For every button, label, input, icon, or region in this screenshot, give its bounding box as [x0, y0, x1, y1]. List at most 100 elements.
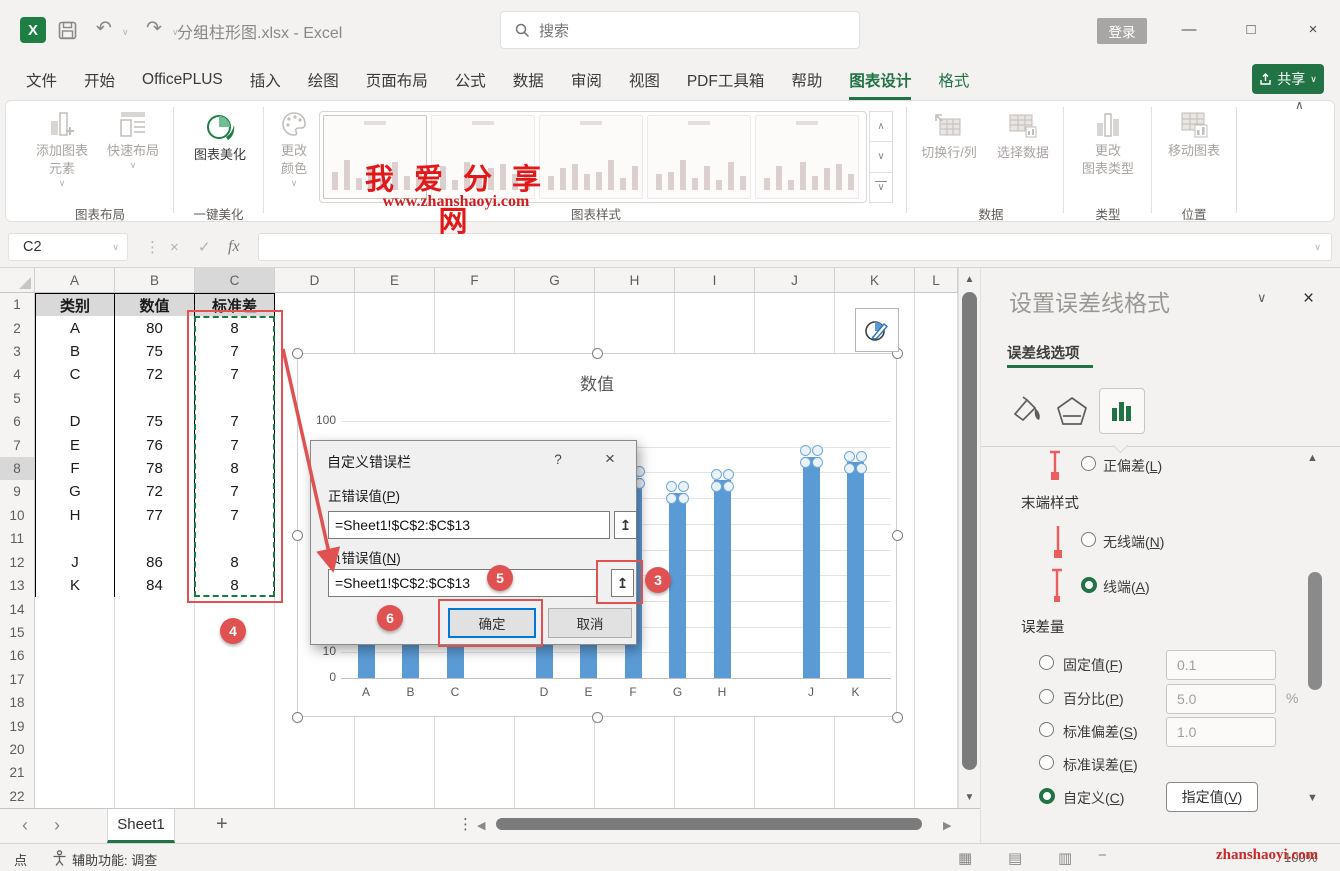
chart-style-thumb[interactable] [647, 115, 751, 199]
quick-layout-button[interactable]: 快速布局 ∨ [102, 109, 164, 169]
cell-A8[interactable]: F [35, 457, 115, 481]
confirm-entry-icon[interactable]: ✓ [198, 233, 211, 261]
cell-L11[interactable] [915, 527, 958, 551]
share-button[interactable]: 共享 ∨ [1252, 64, 1324, 94]
pane-scroll-down-icon[interactable]: ▼ [1307, 792, 1318, 804]
cell-I21[interactable] [675, 761, 755, 785]
fixed-value-input[interactable]: 0.1 [1166, 650, 1276, 680]
cell-B13[interactable]: 84 [115, 574, 195, 598]
column-header-B[interactable]: B [115, 268, 195, 293]
cell-A10[interactable]: H [35, 504, 115, 528]
tab-插入[interactable]: 插入 [250, 60, 281, 100]
accessibility-icon[interactable] [52, 850, 67, 866]
effects-icon[interactable] [1053, 392, 1091, 430]
cell-A12[interactable]: J [35, 550, 115, 574]
cell-C16[interactable] [195, 644, 275, 668]
minimize-button[interactable]: — [1172, 14, 1206, 44]
standard-error-label[interactable]: 标准误差(E) [1063, 755, 1138, 775]
chart-style-thumb[interactable] [755, 115, 859, 199]
chart-selection-handle[interactable] [892, 530, 903, 541]
standard-deviation-input[interactable]: 1.0 [1166, 717, 1276, 747]
fixed-value-radio[interactable] [1039, 655, 1054, 670]
cell-G1[interactable] [515, 293, 595, 317]
row-header-18[interactable]: 18 [0, 691, 35, 715]
tab-公式[interactable]: 公式 [455, 60, 486, 100]
cell-B7[interactable]: 76 [115, 433, 195, 457]
cell-D20[interactable] [275, 738, 355, 762]
tab-视图[interactable]: 视图 [629, 60, 660, 100]
hscroll-left-icon[interactable]: ◀ [477, 819, 485, 832]
chart-selection-handle[interactable] [292, 530, 303, 541]
cell-L21[interactable] [915, 761, 958, 785]
cell-K20[interactable] [835, 738, 915, 762]
cell-D22[interactable] [275, 785, 355, 809]
cell-A20[interactable] [35, 738, 115, 762]
tab-审阅[interactable]: 审阅 [571, 60, 602, 100]
cell-H19[interactable] [595, 714, 675, 738]
positive-deviation-radio[interactable] [1081, 456, 1096, 471]
cell-J21[interactable] [755, 761, 835, 785]
cap-radio[interactable] [1081, 577, 1097, 593]
cell-L20[interactable] [915, 738, 958, 762]
cell-C22[interactable] [195, 785, 275, 809]
cell-I22[interactable] [675, 785, 755, 809]
cap-label[interactable]: 线端(A) [1103, 577, 1150, 597]
column-header-E[interactable]: E [355, 268, 435, 293]
cell-B21[interactable] [115, 761, 195, 785]
column-header-A[interactable]: A [35, 268, 115, 293]
cell-A2[interactable]: A [35, 316, 115, 340]
fill-line-icon[interactable] [1007, 392, 1045, 430]
column-header-H[interactable]: H [595, 268, 675, 293]
cell-I20[interactable] [675, 738, 755, 762]
cell-A14[interactable] [35, 597, 115, 621]
move-chart-button[interactable]: 移动图表 [1156, 109, 1232, 159]
cell-A9[interactable]: G [35, 480, 115, 504]
cell-B14[interactable] [115, 597, 195, 621]
name-box[interactable]: C2 ∨ [8, 233, 128, 261]
dialog-help-button[interactable]: ? [543, 447, 573, 471]
maximize-button[interactable]: □ [1234, 14, 1268, 44]
chart-selection-handle[interactable] [892, 712, 903, 723]
cell-L1[interactable] [915, 293, 958, 317]
cell-F22[interactable] [435, 785, 515, 809]
chart-beautify-button[interactable]: 图表美化 [182, 109, 258, 163]
cell-L4[interactable] [915, 363, 958, 387]
cell-I19[interactable] [675, 714, 755, 738]
pane-close-icon[interactable]: × [1303, 288, 1314, 310]
cell-L13[interactable] [915, 574, 958, 598]
cell-B15[interactable] [115, 621, 195, 645]
row-header-22[interactable]: 22 [0, 785, 35, 809]
page-break-view-icon[interactable]: ▥ [1058, 849, 1072, 867]
cell-J2[interactable] [755, 316, 835, 340]
change-colors-button[interactable]: 更改 颜色 ∨ [268, 109, 320, 187]
tab-PDF工具箱[interactable]: PDF工具箱 [687, 60, 765, 100]
bar-G[interactable] [669, 493, 686, 678]
chart-selection-handle[interactable] [592, 348, 603, 359]
cell-I2[interactable] [675, 316, 755, 340]
gallery-down-button[interactable]: ∨ [869, 142, 893, 172]
chart-styles-flyout-button[interactable] [855, 308, 899, 352]
row-header-1[interactable]: 1 [0, 293, 35, 317]
cell-H20[interactable] [595, 738, 675, 762]
pane-tab-error-bar-options[interactable]: 误差线选项 [1007, 342, 1080, 363]
cell-J20[interactable] [755, 738, 835, 762]
gallery-more-button[interactable]: ∨ [869, 173, 893, 203]
redo-button[interactable]: ↷ [146, 17, 162, 40]
row-header-14[interactable]: 14 [0, 597, 35, 621]
custom-label[interactable]: 自定义(C) [1063, 788, 1124, 808]
row-header-15[interactable]: 15 [0, 621, 35, 645]
row-header-20[interactable]: 20 [0, 738, 35, 762]
row-header-7[interactable]: 7 [0, 433, 35, 457]
cell-E20[interactable] [355, 738, 435, 762]
cell-B2[interactable]: 80 [115, 316, 195, 340]
cell-G20[interactable] [515, 738, 595, 762]
vertical-scroll-thumb[interactable] [962, 292, 977, 770]
row-header-17[interactable]: 17 [0, 668, 35, 692]
gallery-up-button[interactable]: ∧ [869, 111, 893, 142]
cell-B4[interactable]: 72 [115, 363, 195, 387]
cell-A7[interactable]: E [35, 433, 115, 457]
cell-B1[interactable]: 数值 [115, 293, 195, 317]
custom-radio[interactable] [1039, 788, 1055, 804]
row-header-13[interactable]: 13 [0, 574, 35, 598]
no-cap-label[interactable]: 无线端(N) [1103, 532, 1164, 552]
